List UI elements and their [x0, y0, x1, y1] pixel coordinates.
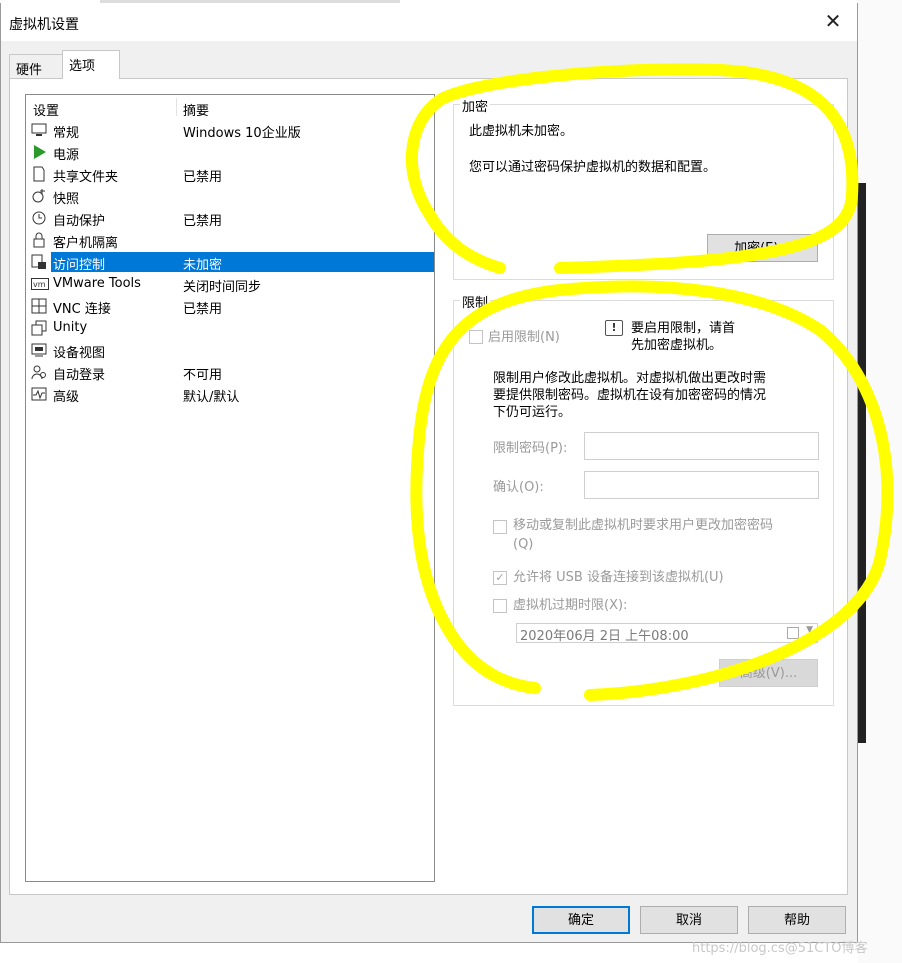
list-item-label: 自动登录	[53, 368, 106, 383]
title-bar: 虚拟机设置 ✕	[1, 3, 857, 41]
encryption-group-title: 加密	[460, 96, 491, 115]
access-control-icon	[31, 254, 47, 270]
allow-usb-checkbox[interactable]: ✓	[493, 571, 507, 585]
list-item-vmware-tools[interactable]: vm VMware Tools 关闭时间同步	[26, 273, 434, 295]
list-item-autoprotect[interactable]: 自动保护 已禁用	[26, 207, 434, 229]
list-item-vnc[interactable]: VNC 连接 已禁用	[26, 295, 434, 317]
list-item-label: 快照	[53, 192, 80, 207]
watermark: https://blog.cs@51CTO博客	[692, 941, 868, 956]
list-item-value: 关闭时间同步	[183, 280, 262, 295]
list-item-label: 自动保护	[53, 214, 106, 229]
monitor-icon	[31, 122, 47, 138]
list-item-value: 未加密	[183, 258, 223, 273]
list-item-label: Unity	[53, 320, 88, 335]
restrictions-description-line3: 下仍可运行。	[493, 405, 572, 420]
confirm-password-input[interactable]	[584, 471, 819, 499]
confirm-password-label: 确认(O):	[493, 480, 544, 495]
user-icon	[31, 364, 47, 380]
tab-options[interactable]: 选项	[62, 50, 120, 79]
chevron-down-icon[interactable]: ▼	[806, 625, 813, 635]
list-item-value: 已禁用	[183, 302, 223, 317]
restrictions-description-line1: 限制用户修改此虚拟机。对虚拟机做出更改时需	[493, 371, 767, 386]
expiration-date-picker[interactable]: 2020年06月 2日 上午08:00 ▼	[516, 623, 818, 644]
list-item-label: 常规	[53, 126, 80, 141]
list-item-label: 设备视图	[53, 346, 106, 361]
unity-icon	[31, 320, 47, 336]
ok-button[interactable]: 确定	[532, 906, 630, 934]
restrictions-description-line2: 要提供限制密码。虚拟机在设有加密密码的情况	[493, 388, 767, 403]
settings-list[interactable]: 设置 摘要 常规 Windows 10企业版 电源 共享文件夹 已禁用 快照 自…	[25, 94, 435, 882]
expiration-date-value: 2020年06月 2日 上午08:00	[520, 629, 689, 644]
list-item-value: 默认/默认	[183, 390, 240, 405]
list-item-power[interactable]: 电源	[26, 141, 434, 163]
list-item-snapshot[interactable]: 快照	[26, 185, 434, 207]
list-item-label: VMware Tools	[53, 276, 141, 291]
expiration-checkbox[interactable]	[493, 599, 507, 613]
help-button[interactable]: 帮助	[748, 906, 846, 934]
list-item-label: 高级	[53, 390, 80, 405]
calendar-icon[interactable]	[787, 627, 799, 639]
require-change-password-checkbox[interactable]	[493, 520, 507, 534]
vnc-icon	[31, 298, 47, 314]
list-item-shared-folders[interactable]: 共享文件夹 已禁用	[26, 163, 434, 185]
enable-restrictions-checkbox[interactable]	[469, 330, 483, 344]
encryption-status: 此虚拟机未加密。	[469, 124, 574, 139]
lock-icon	[31, 232, 47, 248]
options-panel: 设置 摘要 常规 Windows 10企业版 电源 共享文件夹 已禁用 快照 自…	[9, 78, 848, 895]
encryption-description: 您可以通过密码保护虚拟机的数据和配置。	[469, 160, 717, 175]
list-item-value: 已禁用	[183, 214, 223, 229]
encrypt-button[interactable]: 加密(E)...	[707, 234, 818, 262]
background-window-edge	[858, 183, 866, 743]
list-item-label: 共享文件夹	[53, 170, 119, 185]
cancel-button[interactable]: 取消	[640, 906, 738, 934]
info-text-line1: 要启用限制，请首	[631, 321, 736, 336]
list-item-label: 客户机隔离	[53, 236, 119, 251]
list-item-label: 访问控制	[51, 252, 434, 273]
tab-hardware[interactable]: 硬件	[9, 54, 63, 78]
snapshot-icon	[31, 188, 47, 204]
list-item-general[interactable]: 常规 Windows 10企业版	[26, 119, 434, 141]
window-title: 虚拟机设置	[9, 17, 79, 33]
list-item-label: VNC 连接	[53, 302, 111, 317]
list-item-unity[interactable]: Unity	[26, 317, 434, 339]
column-header-summary[interactable]: 摘要	[183, 100, 209, 119]
expiration-label: 虚拟机过期时限(X):	[513, 598, 628, 613]
shared-folder-icon	[31, 166, 47, 182]
clock-icon	[31, 210, 47, 226]
svg-text:vm: vm	[33, 280, 46, 289]
list-item-value: Windows 10企业版	[183, 126, 301, 141]
list-item-value: 已禁用	[183, 170, 223, 185]
restriction-password-label: 限制密码(P):	[493, 441, 568, 456]
close-icon[interactable]: ✕	[821, 9, 845, 33]
require-change-password-shortcut: (Q)	[513, 537, 534, 552]
list-item-value: 不可用	[183, 368, 223, 383]
list-item-access-control[interactable]: 访问控制 未加密	[26, 251, 434, 273]
list-item-guest-isolation[interactable]: 客户机隔离	[26, 229, 434, 251]
restrictions-group-title: 限制	[460, 292, 491, 311]
info-text-line2: 先加密虚拟机。	[631, 338, 723, 353]
restriction-password-input[interactable]	[584, 432, 819, 460]
allow-usb-label: 允许将 USB 设备连接到该虚拟机(U)	[513, 570, 724, 585]
device-view-icon	[31, 342, 47, 358]
enable-restrictions-label: 启用限制(N)	[488, 330, 560, 345]
advanced-button[interactable]: 高级(V)...	[719, 659, 818, 687]
list-item-autologin[interactable]: 自动登录 不可用	[26, 361, 434, 383]
column-separator[interactable]	[176, 98, 177, 116]
vm-icon: vm	[31, 276, 49, 292]
list-header: 设置 摘要	[26, 95, 434, 119]
info-icon: !	[605, 320, 623, 336]
column-header-setting[interactable]: 设置	[33, 100, 59, 119]
require-change-password-label: 移动或复制此虚拟机时要求用户更改加密密码	[513, 518, 774, 533]
list-item-device-view[interactable]: 设备视图	[26, 339, 434, 361]
list-item-label: 电源	[53, 148, 80, 163]
advanced-icon	[31, 386, 47, 402]
restrictions-group: 限制	[453, 292, 834, 706]
power-play-icon	[31, 144, 47, 160]
vm-settings-dialog: 虚拟机设置 ✕ 硬件 选项 设置 摘要 常规 Windows 10企业版 电源	[0, 3, 858, 943]
list-item-advanced[interactable]: 高级 默认/默认	[26, 383, 434, 405]
